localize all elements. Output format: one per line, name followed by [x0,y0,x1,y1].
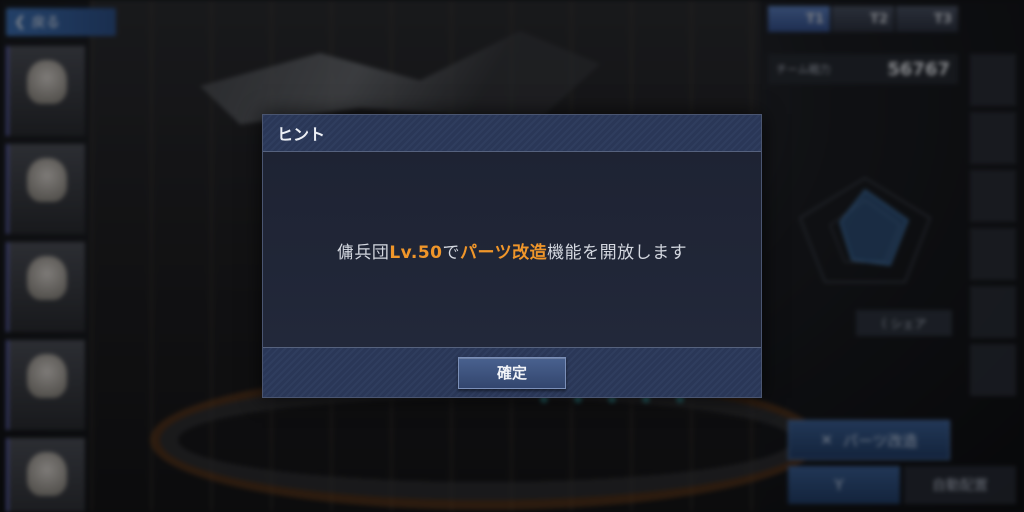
confirm-button[interactable]: 確定 [458,356,566,389]
message-highlight-feature: パーツ改造 [459,242,548,263]
dialog-title: ヒント [277,125,326,144]
hint-dialog: ヒント 傭兵団Lv.50でパーツ改造機能を開放します 確定 [262,114,762,398]
message-text: 傭兵団 [336,242,390,263]
dialog-message: 傭兵団Lv.50でパーツ改造機能を開放します [337,238,687,263]
dialog-footer: 確定 [263,347,761,397]
confirm-button-label: 確定 [496,364,527,382]
message-text: 機能を開放します [547,242,688,263]
message-highlight-level: Lv.50 [389,242,443,263]
dialog-header: ヒント [263,115,761,152]
dialog-body: 傭兵団Lv.50でパーツ改造機能を開放します [263,152,761,348]
message-text: で [442,242,460,263]
